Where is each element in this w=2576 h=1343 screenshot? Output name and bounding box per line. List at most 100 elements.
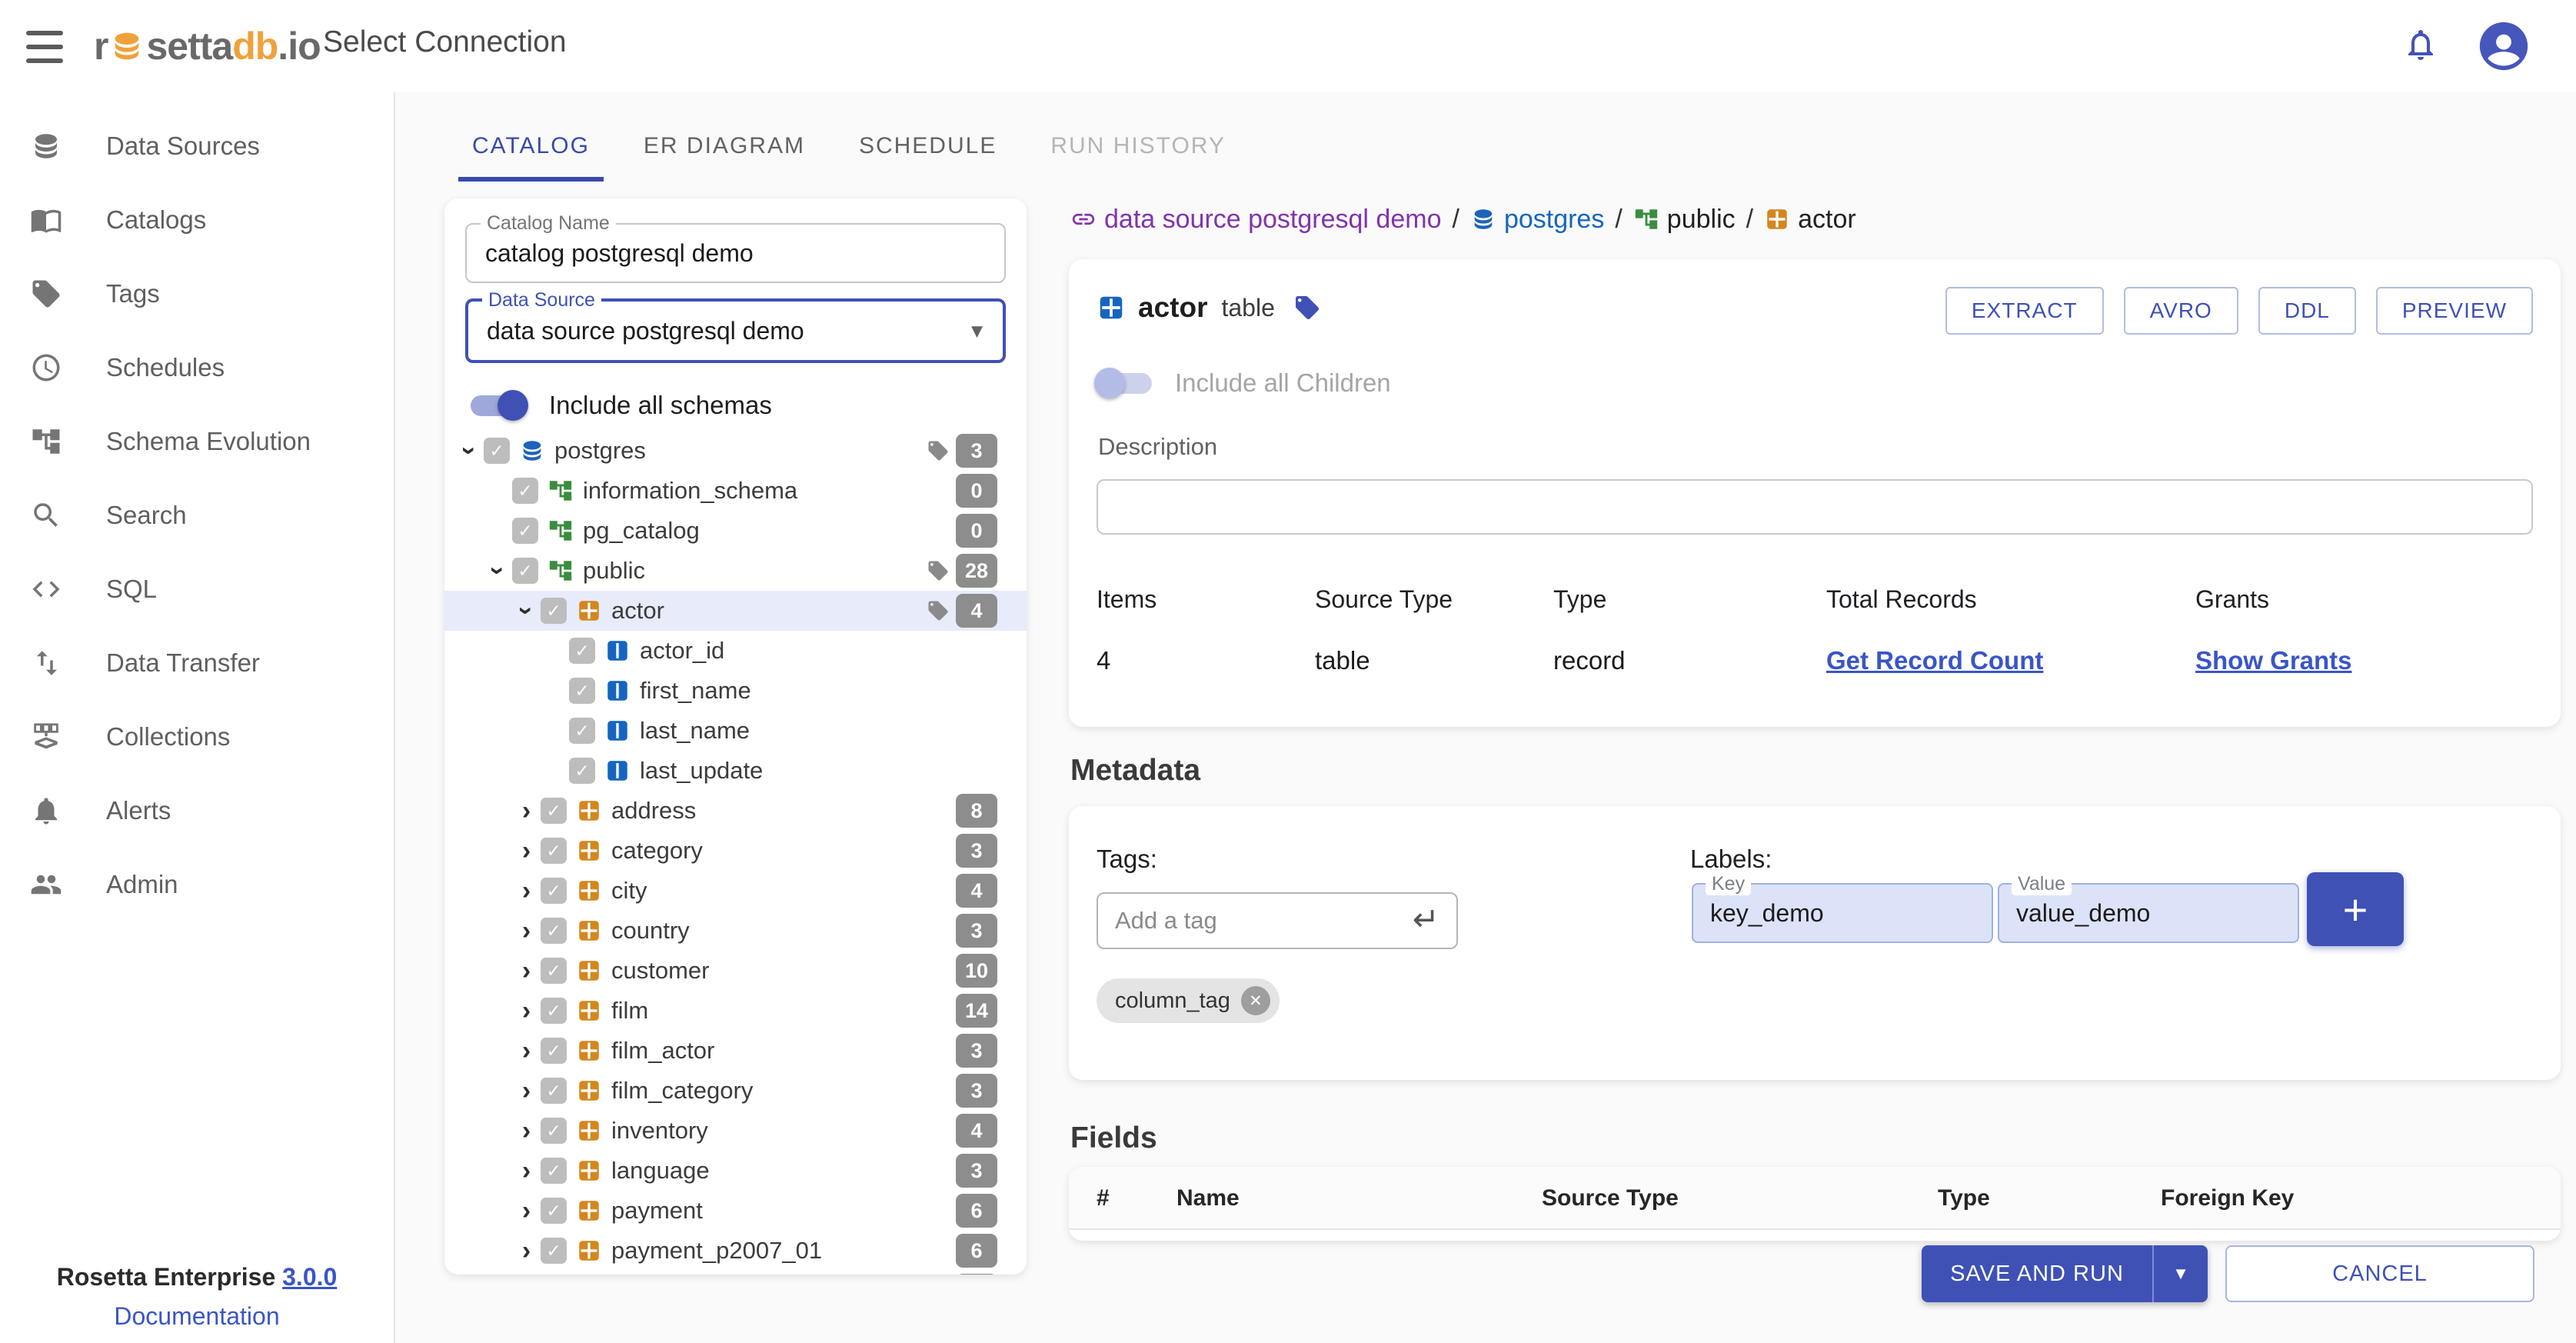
- extract-button[interactable]: EXTRACT: [1945, 287, 2104, 335]
- chevron-right-icon[interactable]: [512, 957, 541, 985]
- tree-checkbox[interactable]: [541, 1118, 567, 1144]
- chevron-right-icon[interactable]: [512, 997, 541, 1025]
- add-tag-input[interactable]: [1098, 894, 1456, 948]
- tag-chip: column_tag: [1097, 978, 1280, 1023]
- sidebar-item-sql[interactable]: SQL: [0, 552, 394, 626]
- chevron-right-icon[interactable]: [512, 1157, 541, 1185]
- tree-checkbox[interactable]: [569, 638, 595, 664]
- notifications-bell-icon[interactable]: [2402, 26, 2439, 63]
- tree-checkbox[interactable]: [512, 558, 538, 584]
- tab-er-diagram[interactable]: ER DIAGRAM: [630, 115, 819, 182]
- tree-row-film-actor[interactable]: film_actor3: [444, 1031, 1027, 1071]
- tree-checkbox[interactable]: [569, 758, 595, 784]
- include-all-schemas-toggle[interactable]: [471, 394, 526, 417]
- chevron-right-icon[interactable]: [512, 1037, 541, 1065]
- chevron-right-icon[interactable]: [512, 1077, 541, 1105]
- tree-checkbox[interactable]: [541, 918, 567, 944]
- tree-row-language[interactable]: language3: [444, 1151, 1027, 1191]
- tree-checkbox[interactable]: [569, 678, 595, 704]
- tree-row-actor-id[interactable]: actor_id: [444, 631, 1027, 671]
- save-and-run-button[interactable]: SAVE AND RUN: [1922, 1245, 2152, 1302]
- tab-schedule[interactable]: SCHEDULE: [845, 115, 1010, 182]
- sidebar-item-collections[interactable]: Collections: [0, 700, 394, 774]
- chevron-down-icon[interactable]: [484, 557, 512, 585]
- tree-row-category[interactable]: category3: [444, 831, 1027, 871]
- data-source-input[interactable]: [468, 302, 1003, 360]
- data-source-select[interactable]: Data Source: [465, 298, 1006, 363]
- menu-icon[interactable]: [26, 31, 63, 63]
- chevron-down-icon[interactable]: [512, 597, 541, 625]
- tree-checkbox[interactable]: [541, 838, 567, 864]
- sidebar-item-schedules[interactable]: Schedules: [0, 331, 394, 405]
- description-textarea[interactable]: [1098, 481, 2531, 533]
- sidebar-item-data-sources[interactable]: Data Sources: [0, 109, 394, 183]
- breadcrumb-public[interactable]: public: [1633, 205, 1736, 235]
- tree-row-city[interactable]: city4: [444, 871, 1027, 911]
- tree-row-inventory[interactable]: inventory4: [444, 1111, 1027, 1151]
- tree-row-customer[interactable]: customer10: [444, 951, 1027, 991]
- stat-grants: GrantsShow Grants: [2195, 585, 2352, 675]
- tree-checkbox[interactable]: [541, 1198, 567, 1224]
- tree-row-last-update[interactable]: last_update: [444, 751, 1027, 791]
- sidebar-item-admin[interactable]: Admin: [0, 848, 394, 921]
- breadcrumb-actor[interactable]: actor: [1764, 205, 1856, 235]
- tree-row-last-name[interactable]: last_name: [444, 711, 1027, 751]
- tree-row-pg-catalog[interactable]: pg_catalog0: [444, 511, 1027, 551]
- chevron-right-icon[interactable]: [512, 877, 541, 905]
- sidebar-item-schema-evolution[interactable]: Schema Evolution: [0, 405, 394, 478]
- tree-row-country[interactable]: country3: [444, 911, 1027, 951]
- include-all-children-toggle[interactable]: [1097, 372, 1152, 395]
- sidebar-item-catalogs[interactable]: Catalogs: [0, 183, 394, 257]
- ddl-button[interactable]: DDL: [2258, 287, 2356, 335]
- chevron-right-icon[interactable]: [512, 1117, 541, 1145]
- breadcrumb-data-source-postgresql-demo[interactable]: data source postgresql demo: [1070, 205, 1441, 235]
- tree-checkbox[interactable]: [484, 438, 510, 464]
- catalog-name-input[interactable]: [467, 225, 1004, 282]
- tree-checkbox[interactable]: [541, 1038, 567, 1064]
- tab-run-history[interactable]: RUN HISTORY: [1037, 115, 1240, 182]
- preview-button[interactable]: PREVIEW: [2376, 287, 2533, 335]
- tree-checkbox[interactable]: [569, 718, 595, 744]
- tree-row-address[interactable]: address8: [444, 791, 1027, 831]
- tree-checkbox[interactable]: [541, 878, 567, 904]
- tag-icon[interactable]: [1293, 294, 1321, 322]
- tree-checkbox[interactable]: [541, 798, 567, 824]
- breadcrumb-postgres[interactable]: postgres: [1470, 205, 1604, 235]
- catalog-name-field[interactable]: Catalog Name: [465, 223, 1006, 283]
- tree-checkbox[interactable]: [541, 598, 567, 624]
- tree-checkbox[interactable]: [512, 518, 538, 544]
- tree-checkbox[interactable]: [541, 1078, 567, 1104]
- sidebar-item-data-transfer[interactable]: Data Transfer: [0, 626, 394, 700]
- tree-row-actor[interactable]: actor4: [444, 591, 1027, 631]
- save-options-dropdown[interactable]: [2152, 1245, 2208, 1302]
- avro-button[interactable]: AVRO: [2124, 287, 2238, 335]
- tree-row-postgres[interactable]: postgres3: [444, 431, 1027, 471]
- chevron-down-icon[interactable]: [455, 437, 484, 465]
- count-badge: 3: [956, 434, 997, 468]
- documentation-link[interactable]: Documentation: [0, 1302, 394, 1331]
- remove-tag-icon[interactable]: [1241, 986, 1270, 1015]
- tree-row-payment[interactable]: payment6: [444, 1191, 1027, 1231]
- tree-row-public[interactable]: public28: [444, 551, 1027, 591]
- tree-row-film-category[interactable]: film_category3: [444, 1071, 1027, 1111]
- add-label-button[interactable]: +: [2307, 872, 2404, 946]
- chevron-right-icon[interactable]: [512, 1197, 541, 1225]
- tree-row-first-name[interactable]: first_name: [444, 671, 1027, 711]
- get-record-count-link[interactable]: Get Record Count: [1826, 646, 2043, 675]
- chevron-right-icon[interactable]: [512, 797, 541, 825]
- tree-checkbox[interactable]: [541, 958, 567, 984]
- sidebar-item-alerts[interactable]: Alerts: [0, 774, 394, 848]
- tab-catalog[interactable]: CATALOG: [458, 115, 604, 182]
- cancel-button[interactable]: CANCEL: [2225, 1245, 2534, 1302]
- chevron-right-icon[interactable]: [512, 837, 541, 865]
- show-grants-link[interactable]: Show Grants: [2195, 646, 2352, 675]
- tree-checkbox[interactable]: [512, 478, 538, 504]
- tree-checkbox[interactable]: [541, 1158, 567, 1184]
- chevron-right-icon[interactable]: [512, 917, 541, 945]
- user-avatar[interactable]: [2478, 20, 2530, 72]
- sidebar-item-search[interactable]: Search: [0, 478, 394, 552]
- tree-row-film[interactable]: film14: [444, 991, 1027, 1031]
- sidebar-item-tags[interactable]: Tags: [0, 257, 394, 331]
- tree-row-information-schema[interactable]: information_schema0: [444, 471, 1027, 511]
- tree-checkbox[interactable]: [541, 998, 567, 1024]
